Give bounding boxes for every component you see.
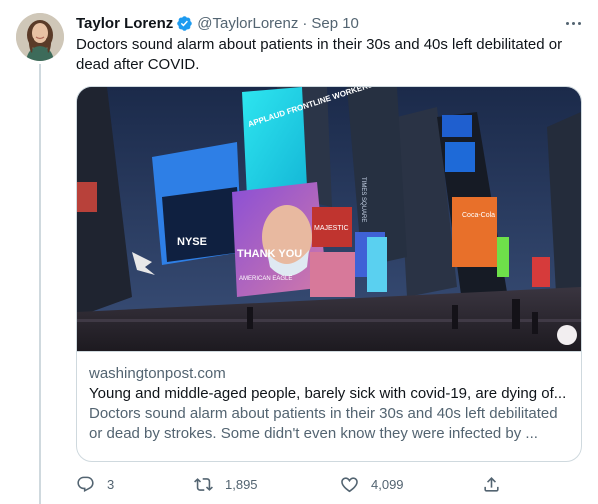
display-name[interactable]: Taylor Lorenz: [76, 15, 173, 32]
american-eagle-sign: AMERICAN EAGLE: [239, 276, 292, 282]
verified-badge-icon: [176, 15, 193, 32]
majestic-sign: MAJESTIC: [314, 225, 349, 232]
card-details[interactable]: washingtonpost.com Young and middle-aged…: [77, 351, 581, 461]
tweet-date[interactable]: Sep 10: [311, 15, 359, 32]
like-button[interactable]: 4,099: [340, 472, 404, 496]
heart-icon: [341, 476, 358, 492]
card-image[interactable]: Coca-Cola APPLAUD FRONTLINE WORKERS FROM…: [77, 87, 581, 351]
thank-you-sign: THANK YOU: [237, 248, 302, 260]
link-card[interactable]: Coca-Cola APPLAUD FRONTLINE WORKERS FROM…: [76, 86, 582, 462]
tweet-actions: 3 1,895 4,099: [76, 472, 506, 496]
tweet-text: Doctors sound alarm about patients in th…: [76, 36, 563, 73]
nyse-sign: NYSE: [177, 236, 207, 248]
avatar[interactable]: [16, 13, 64, 61]
share-icon: [484, 476, 499, 492]
retweet-count: 1,895: [225, 476, 258, 492]
avatar-photo: [16, 13, 64, 61]
user-handle[interactable]: @TaylorLorenz: [197, 15, 298, 32]
card-domain: washingtonpost.com: [89, 365, 226, 382]
more-options-icon[interactable]: [562, 13, 584, 33]
thread-line: [39, 64, 41, 504]
retweet-button[interactable]: 1,895: [194, 472, 258, 496]
card-title: Young and middle-aged people, barely sic…: [89, 385, 567, 402]
times-square-sign: TIMES SQUARE: [360, 177, 366, 222]
share-button[interactable]: [482, 472, 501, 496]
separator-dot: ·: [302, 14, 308, 32]
card-description: Doctors sound alarm about patients in th…: [89, 405, 558, 442]
reply-button[interactable]: 3: [76, 472, 114, 496]
like-count: 4,099: [371, 476, 404, 492]
reply-count: 3: [107, 476, 115, 492]
coca-cola-sign: Coca-Cola: [462, 212, 495, 219]
retweet-icon: [194, 477, 213, 491]
tweet-header: Taylor Lorenz @TaylorLorenz · Sep 10: [76, 13, 359, 33]
reply-icon: [77, 476, 94, 492]
